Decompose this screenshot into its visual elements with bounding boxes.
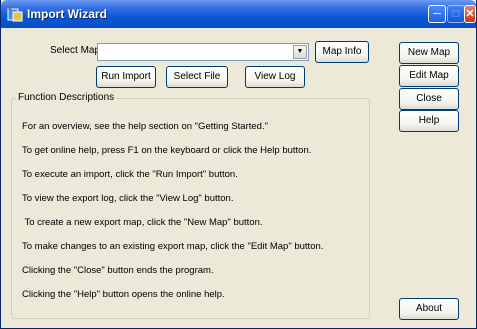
description-line: Clicking the "Close" button ends the pro… (22, 265, 214, 276)
edit-map-button[interactable]: Edit Map (399, 65, 459, 87)
chevron-down-icon[interactable]: ▼ (293, 45, 307, 59)
select-map-dropdown[interactable]: ▼ (97, 43, 309, 61)
map-info-button[interactable]: Map Info (315, 41, 369, 63)
function-descriptions-title: Function Descriptions (16, 92, 117, 103)
select-file-button[interactable]: Select File (166, 66, 228, 88)
maximize-icon: □ (452, 8, 460, 20)
description-line: To create a new export map, click the "N… (22, 217, 263, 228)
title-bar[interactable]: Import Wizard ─ □ ✕ (1, 0, 476, 28)
description-line: To execute an import, click the "Run Imp… (22, 169, 238, 180)
window-title: Import Wizard (27, 7, 107, 21)
description-line: To get online help, press F1 on the keyb… (22, 145, 312, 156)
about-button[interactable]: About (399, 298, 459, 320)
maximize-button[interactable]: □ (447, 5, 465, 23)
import-wizard-window: Import Wizard ─ □ ✕ Select Map: ▼ Map In… (0, 0, 477, 329)
view-log-button[interactable]: View Log (245, 66, 305, 88)
description-line: Clicking the "Help" button opens the onl… (22, 289, 225, 300)
description-line: For an overview, see the help section on… (22, 121, 268, 132)
description-line: To make changes to an existing export ma… (22, 241, 324, 252)
close-icon: ✕ (465, 8, 475, 20)
wizard-app-icon (7, 7, 23, 22)
function-descriptions-group: Function Descriptions For an overview, s… (11, 92, 370, 319)
select-map-label: Select Map: (50, 45, 103, 56)
minimize-icon: ─ (433, 8, 441, 20)
close-button[interactable]: Close (399, 88, 459, 110)
description-line: To view the export log, click the "View … (22, 193, 234, 204)
new-map-button[interactable]: New Map (399, 42, 459, 64)
run-import-button[interactable]: Run Import (96, 66, 156, 88)
minimize-button[interactable]: ─ (428, 5, 446, 23)
close-window-button[interactable]: ✕ (464, 5, 476, 23)
help-button[interactable]: Help (399, 110, 459, 132)
